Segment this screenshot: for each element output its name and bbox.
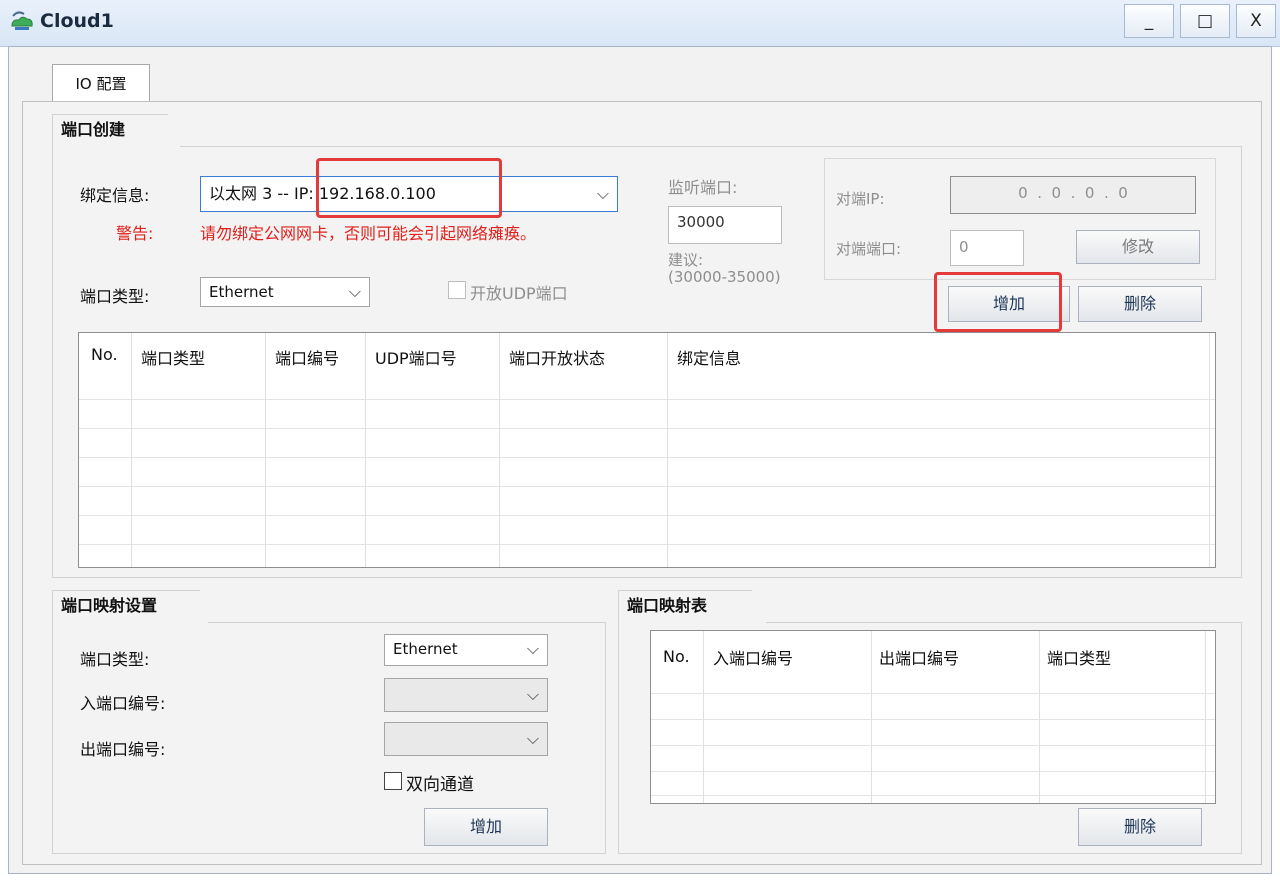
warning-text: 请勿绑定公网网卡，否则可能会引起网络瘫痪。 — [200, 224, 537, 243]
row-divider — [651, 795, 1215, 796]
modify-button-label: 修改 — [1121, 237, 1154, 256]
peer-ip-input[interactable]: 0 . 0 . 0 . 0 — [950, 176, 1196, 214]
port-create-group-topline — [180, 146, 1242, 147]
row-divider — [79, 544, 1215, 545]
chevron-down-icon: ⌵ — [526, 639, 539, 658]
mapping-settings-group-topline — [208, 622, 606, 623]
row-divider — [651, 719, 1215, 720]
bidirectional-label: 双向通道 — [406, 775, 474, 795]
close-button[interactable]: X — [1236, 4, 1276, 38]
port-type-select[interactable]: Ethernet ⌵ — [200, 277, 370, 307]
col-divider — [871, 631, 872, 803]
title-bar: Cloud1 _ □ X — [0, 0, 1280, 47]
chevron-down-icon: ⌵ — [348, 282, 361, 301]
row-divider — [651, 771, 1215, 772]
add-mapping-button-label: 增加 — [469, 817, 502, 836]
maximize-button[interactable]: □ — [1180, 4, 1230, 38]
peer-ip-value: 0 . 0 . 0 . 0 — [1018, 184, 1128, 202]
maximize-icon: □ — [1196, 11, 1214, 31]
port-type-label: 端口类型: — [80, 287, 150, 306]
chevron-down-icon: ⌵ — [596, 184, 609, 203]
mapping-table-header-in: 入端口编号 — [713, 649, 794, 668]
col-divider — [667, 333, 668, 567]
add-mapping-button[interactable]: 增加 — [424, 808, 548, 846]
listen-port-label: 监听端口: — [668, 178, 738, 197]
bind-info-label: 绑定信息: — [80, 186, 150, 205]
mapping-table-header-type: 端口类型 — [1047, 649, 1112, 668]
listen-port-input[interactable]: 30000 — [668, 206, 782, 244]
mapping-port-type-label: 端口类型: — [80, 650, 150, 669]
udp-checkbox-label: 开放UDP端口 — [470, 284, 568, 303]
row-divider — [79, 457, 1215, 458]
mapping-table[interactable]: No. 入端口编号 出端口编号 端口类型 — [650, 630, 1216, 804]
mapping-table-group-topline — [766, 622, 1242, 623]
delete-port-button[interactable]: 删除 — [1078, 286, 1202, 322]
warning-label: 警告: — [116, 224, 154, 243]
highlight-box-ip — [316, 158, 502, 218]
port-create-title: 端口创建 — [52, 114, 182, 148]
highlight-box-add — [934, 272, 1062, 332]
tab-label: IO 配置 — [75, 75, 127, 93]
minimize-icon: _ — [1144, 11, 1154, 31]
port-table-header-no: No. — [91, 345, 118, 364]
out-port-label: 出端口编号: — [80, 740, 166, 759]
bidirectional-checkbox[interactable] — [384, 772, 402, 790]
port-table-header-status: 端口开放状态 — [509, 349, 606, 368]
peer-ip-label: 对端IP: — [836, 190, 885, 208]
window-title: Cloud1 — [40, 10, 114, 32]
close-icon: X — [1250, 11, 1262, 31]
mapping-table-header-no: No. — [663, 647, 690, 666]
peer-port-value: 0 — [959, 238, 969, 256]
col-divider — [703, 631, 704, 803]
col-divider — [1039, 631, 1040, 803]
mapping-table-title: 端口映射表 — [618, 590, 766, 624]
port-type-value: Ethernet — [209, 283, 274, 301]
minimize-button[interactable]: _ — [1124, 4, 1174, 38]
col-divider — [265, 333, 266, 567]
row-divider — [651, 745, 1215, 746]
port-table-header-type: 端口类型 — [141, 349, 206, 368]
port-table-header-number: 端口编号 — [275, 349, 340, 368]
port-table-header-udp: UDP端口号 — [375, 349, 457, 368]
out-port-select[interactable]: ⌵ — [384, 722, 548, 756]
udp-checkbox[interactable] — [448, 281, 466, 299]
tab-io-config[interactable]: IO 配置 — [52, 64, 150, 102]
col-divider — [1209, 333, 1210, 567]
col-divider — [365, 333, 366, 567]
col-divider — [499, 333, 500, 567]
row-divider — [79, 399, 1215, 400]
port-table[interactable]: No. 端口类型 端口编号 UDP端口号 端口开放状态 绑定信息 — [78, 332, 1216, 568]
in-port-label: 入端口编号: — [80, 694, 166, 713]
delete-mapping-button[interactable]: 删除 — [1078, 808, 1202, 846]
peer-port-label: 对端端口: — [836, 240, 902, 258]
mapping-port-type-select[interactable]: Ethernet ⌵ — [384, 634, 548, 666]
row-divider — [651, 693, 1215, 694]
delete-port-button-label: 删除 — [1123, 294, 1156, 313]
peer-port-input[interactable]: 0 — [950, 230, 1024, 266]
mapping-settings-title: 端口映射设置 — [52, 590, 214, 624]
suggest-label: 建议: — [668, 251, 704, 269]
in-port-select[interactable]: ⌵ — [384, 678, 548, 712]
row-divider — [79, 515, 1215, 516]
mapping-table-header-out: 出端口编号 — [879, 649, 960, 668]
suggest-range: (30000-35000) — [668, 268, 781, 286]
listen-port-value: 30000 — [677, 213, 725, 231]
col-divider — [131, 333, 132, 567]
chevron-down-icon: ⌵ — [526, 729, 539, 748]
port-table-header-bind: 绑定信息 — [677, 349, 742, 368]
cloud-app-icon — [10, 10, 34, 40]
col-divider — [1205, 631, 1206, 803]
delete-mapping-button-label: 删除 — [1123, 817, 1156, 836]
mapping-port-type-value: Ethernet — [393, 640, 458, 658]
row-divider — [79, 486, 1215, 487]
row-divider — [79, 428, 1215, 429]
chevron-down-icon: ⌵ — [526, 685, 539, 704]
modify-button[interactable]: 修改 — [1076, 230, 1200, 264]
